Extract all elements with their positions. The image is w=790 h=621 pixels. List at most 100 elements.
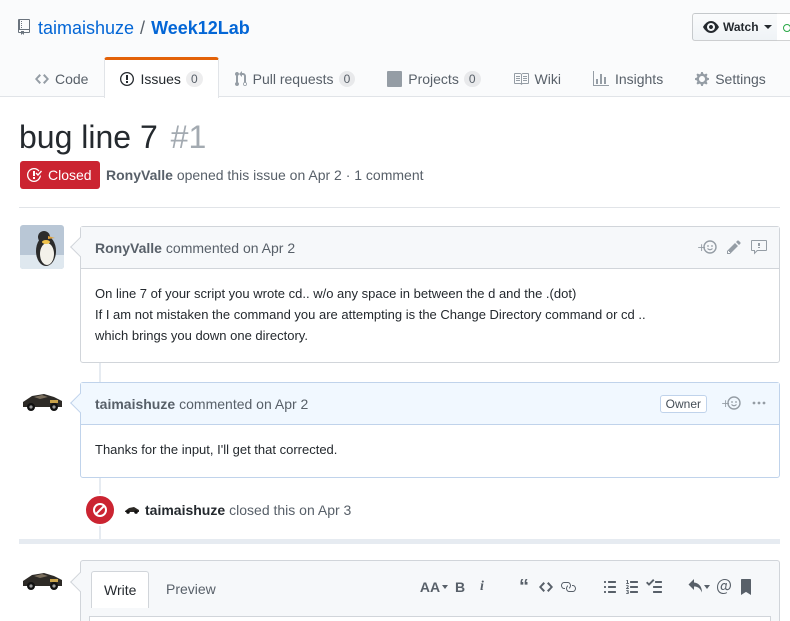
caret-down-icon	[442, 585, 449, 589]
tab-code[interactable]: Code	[19, 57, 104, 97]
bookmark-icon	[741, 579, 751, 595]
tab-label: Projects	[408, 70, 459, 87]
repo-title: taimaishuze / Week12Lab	[18, 16, 250, 40]
kebab-menu-icon[interactable]	[751, 395, 767, 414]
tab-label: Wiki	[534, 70, 561, 87]
add-reaction-icon[interactable]: +	[697, 239, 717, 258]
tab-projects[interactable]: Projects 0	[371, 57, 496, 97]
avatar-ronyvalle[interactable]	[20, 225, 64, 269]
comment-author-link[interactable]: taimaishuze	[95, 396, 175, 412]
tasklist-icon	[646, 579, 662, 593]
list-ordered-icon	[626, 580, 638, 594]
report-icon[interactable]	[751, 239, 767, 258]
comment-ronyvalle: RonyValle commented on Apr 2 + On line 7…	[70, 226, 780, 363]
unordered-list-button[interactable]	[599, 579, 621, 595]
markdown-toolbar: AA B i “	[419, 575, 757, 599]
saved-reply-button[interactable]	[685, 579, 713, 595]
comment-taimaishuze: taimaishuze commented on Apr 2 Owner + T…	[70, 382, 780, 478]
tab-pull-requests[interactable]: Pull requests 0	[219, 57, 372, 97]
watch-count[interactable]	[777, 13, 790, 41]
tab-insights[interactable]: Insights	[577, 57, 679, 97]
issue-author-link[interactable]: RonyValle	[106, 167, 173, 183]
add-reaction-icon[interactable]: +	[721, 395, 741, 414]
comment-header: taimaishuze commented on Apr 2 Owner +	[81, 383, 779, 425]
circle-slash-icon	[84, 494, 116, 526]
edit-pencil-icon[interactable]	[727, 239, 741, 258]
project-icon	[387, 70, 403, 87]
link-icon	[561, 582, 576, 592]
task-list-button[interactable]	[643, 579, 665, 595]
comment-line: which brings you down one directory.	[95, 328, 308, 343]
tab-settings[interactable]: Settings	[679, 57, 782, 97]
comment-body: On line 7 of your script you wrote cd.. …	[81, 269, 779, 360]
mention-button[interactable]	[713, 579, 735, 595]
event-author-link[interactable]: taimaishuze	[145, 502, 225, 518]
issue-state-label: Closed	[48, 167, 92, 183]
repo-name-link[interactable]: Week12Lab	[151, 18, 250, 39]
comment-actions: Owner +	[659, 383, 767, 425]
avatar-current-user[interactable]	[20, 561, 64, 605]
tab-preview[interactable]: Preview	[154, 571, 228, 607]
issues-counter: 0	[185, 71, 203, 87]
link-button[interactable]	[557, 579, 579, 595]
code-icon	[35, 71, 49, 87]
book-icon	[513, 71, 529, 87]
comment-arrow	[70, 572, 90, 592]
header-divider	[19, 207, 780, 208]
comment-author-link[interactable]: RonyValle	[95, 240, 162, 256]
repo-owner-link[interactable]: taimaishuze	[38, 18, 134, 39]
tab-label: Settings	[715, 70, 766, 87]
code-button[interactable]	[535, 579, 557, 595]
tab-label: Issues	[140, 71, 181, 87]
new-comment-form: Write Preview AA B i “	[70, 560, 780, 621]
owner-label: Owner	[659, 395, 707, 413]
git-pull-request-icon	[234, 70, 247, 87]
mention-icon	[717, 579, 731, 594]
comment-line: Thanks for the input, I'll get that corr…	[95, 442, 338, 457]
header-text-button[interactable]: AA	[419, 579, 449, 595]
issue-title: bug line 7 #1	[19, 117, 206, 157]
issue-state-badge: Closed	[20, 161, 100, 189]
header-text-icon: AA	[419, 579, 441, 595]
watch-button[interactable]: Watch	[692, 13, 778, 41]
graph-icon	[592, 70, 609, 87]
comment-body: Thanks for the input, I'll get that corr…	[81, 425, 779, 474]
comment-line: If I am not mistaken the command you are…	[95, 307, 646, 322]
caret-down-icon	[763, 25, 772, 29]
avatar-taimaishuze[interactable]	[20, 382, 64, 426]
avatar-taimaishuze-small[interactable]	[124, 505, 140, 515]
bookmark-button[interactable]	[735, 579, 757, 595]
comment-timestamp[interactable]: commented on Apr 2	[179, 396, 308, 412]
gear-icon	[695, 71, 710, 87]
quote-button[interactable]: “	[513, 577, 535, 597]
repo-path-separator: /	[140, 17, 146, 38]
closed-event: taimaishuze closed this on Apr 3	[84, 494, 351, 526]
caret-down-icon	[704, 585, 710, 589]
code-icon	[539, 582, 553, 592]
issue-opened-icon	[120, 71, 135, 87]
comment-header: RonyValle commented on Apr 2 +	[81, 227, 779, 269]
projects-counter: 0	[463, 70, 481, 87]
watch-label: Watch	[723, 20, 759, 34]
italic-icon: i	[480, 579, 484, 594]
repo-header: taimaishuze / Week12Lab Watch Code Issue…	[0, 0, 790, 98]
tab-issues[interactable]: Issues 0	[104, 57, 219, 98]
repo-nav: Code Issues 0 Pull requests 0 Projects 0…	[19, 57, 782, 98]
bold-icon: B	[454, 579, 466, 595]
list-unordered-icon	[604, 581, 616, 593]
tab-label: Insights	[614, 70, 664, 87]
event-text[interactable]: closed this on Apr 3	[229, 502, 351, 518]
comment-timestamp[interactable]: commented on Apr 2	[166, 240, 295, 256]
comment-textarea[interactable]	[89, 616, 771, 621]
tab-wiki[interactable]: Wiki	[497, 57, 577, 97]
timeline-end-divider	[19, 539, 780, 544]
reply-icon	[688, 579, 702, 593]
eye-icon	[703, 21, 719, 33]
comment-actions: +	[697, 227, 767, 269]
issue-closed-icon	[27, 167, 42, 182]
tab-write[interactable]: Write	[91, 571, 150, 608]
bold-button[interactable]: B	[449, 579, 471, 595]
italic-button[interactable]: i	[471, 579, 493, 595]
ordered-list-button[interactable]	[621, 579, 643, 595]
pull-requests-counter: 0	[338, 70, 356, 87]
